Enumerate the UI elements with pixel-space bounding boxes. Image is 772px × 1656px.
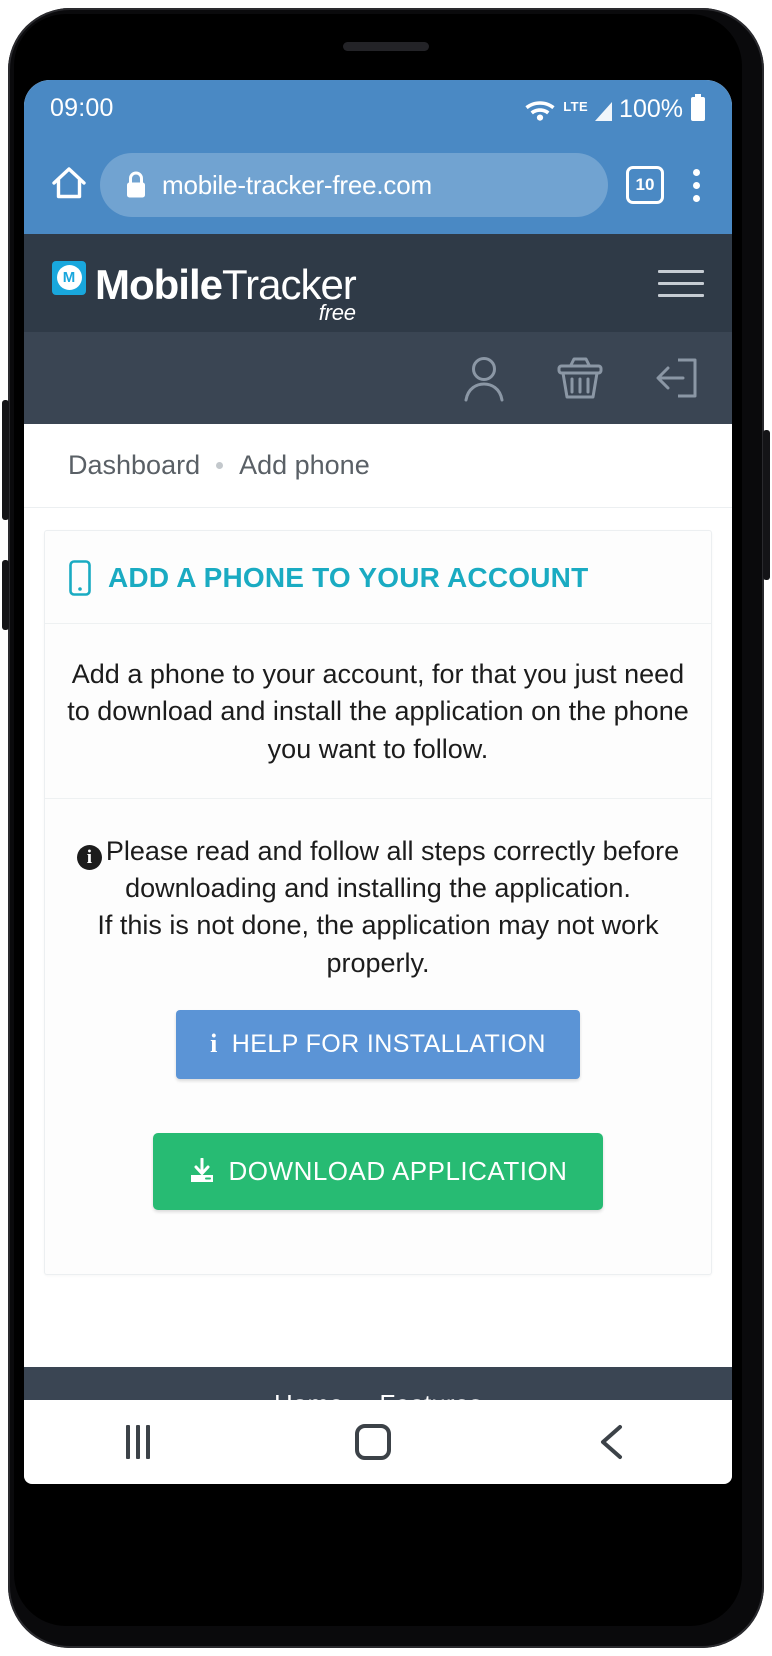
- download-button-wrap: DOWNLOAD APPLICATION: [63, 1079, 693, 1214]
- logout-icon[interactable]: [654, 355, 700, 401]
- breadcrumb-current: Add phone: [239, 450, 370, 480]
- breadcrumb-dashboard[interactable]: Dashboard: [68, 450, 200, 481]
- address-bar-url: mobile-tracker-free.com: [162, 169, 432, 200]
- site-logo[interactable]: M MobileTracker free: [52, 260, 357, 323]
- notice-line-1: Please read and follow all steps correct…: [105, 835, 680, 903]
- earpiece-speaker: [343, 42, 429, 51]
- tab-switcher-button[interactable]: 10: [626, 166, 664, 204]
- breadcrumb-separator-icon: [216, 462, 224, 469]
- status-indicators: LTE 100%: [524, 93, 706, 123]
- recent-bar: [136, 1425, 141, 1459]
- logo-text-bold: Mobile: [95, 260, 223, 308]
- logo-mark-letter: M: [62, 269, 76, 286]
- breadcrumb: Dashboard Add phone: [24, 424, 732, 508]
- notice-line-2: If this is not done, the application may…: [97, 910, 659, 978]
- card-header: ADD A PHONE TO YOUR ACCOUNT: [45, 531, 711, 624]
- download-button-label: DOWNLOAD APPLICATION: [228, 1155, 568, 1186]
- user-account-icon[interactable]: [462, 354, 506, 402]
- logo-wordmark: MobileTracker free: [95, 260, 357, 323]
- help-button-label: HELP FOR INSTALLATION: [231, 1029, 546, 1058]
- hamburger-line: [658, 281, 704, 285]
- recent-bar: [146, 1425, 151, 1459]
- battery-full-icon: [691, 93, 705, 121]
- card-description: Add a phone to your account, for that yo…: [45, 624, 711, 799]
- network-type-label: LTE: [563, 98, 589, 114]
- browser-toolbar: mobile-tracker-free.com 10: [24, 136, 732, 234]
- kebab-dot: [692, 168, 700, 176]
- lock-icon: [127, 171, 145, 198]
- help-for-installation-button[interactable]: i HELP FOR INSTALLATION: [176, 1009, 580, 1079]
- power-button[interactable]: [2, 560, 9, 630]
- side-button-right[interactable]: [763, 430, 770, 580]
- page-content: ADD A PHONE TO YOUR ACCOUNT Add a phone …: [24, 508, 732, 1275]
- kebab-dot: [692, 181, 700, 189]
- phone-device-frame: 09:00 LTE 100% mobile-tracker-free.com 1…: [0, 0, 772, 1656]
- download-icon: [190, 1158, 213, 1183]
- card-footer-spacer: [45, 1240, 711, 1274]
- logo-mark-icon: M: [52, 260, 86, 295]
- status-clock: 09:00: [50, 93, 114, 122]
- browser-home-button[interactable]: [48, 162, 90, 209]
- hamburger-line: [658, 293, 704, 297]
- android-navigation-bar: [24, 1400, 732, 1484]
- card-notice: i Please read and follow all steps correc…: [45, 799, 711, 1240]
- card-title: ADD A PHONE TO YOUR ACCOUNT: [108, 562, 589, 593]
- add-phone-card: ADD A PHONE TO YOUR ACCOUNT Add a phone …: [44, 530, 712, 1275]
- phone-screen: 09:00 LTE 100% mobile-tracker-free.com 1…: [24, 80, 732, 1480]
- android-status-bar: 09:00 LTE 100%: [24, 80, 732, 136]
- browser-menu-button[interactable]: [678, 168, 714, 202]
- download-application-button[interactable]: DOWNLOAD APPLICATION: [152, 1132, 604, 1210]
- mobile-phone-icon: [69, 560, 91, 596]
- recent-bar: [126, 1425, 131, 1459]
- help-button-wrap: i HELP FOR INSTALLATION: [63, 982, 693, 1079]
- back-chevron-icon[interactable]: [596, 1422, 630, 1462]
- volume-button[interactable]: [2, 400, 9, 520]
- shopping-basket-icon[interactable]: [556, 355, 604, 401]
- info-italic-icon: i: [210, 1029, 218, 1059]
- cellular-signal-icon: [595, 101, 613, 121]
- recent-apps-icon[interactable]: [126, 1425, 151, 1459]
- home-icon: [52, 166, 86, 198]
- site-header: M MobileTracker free: [24, 234, 732, 332]
- info-circle-icon: i: [76, 844, 102, 870]
- battery-percent-label: 100%: [619, 94, 683, 123]
- card-description-text: Add a phone to your account, for that yo…: [67, 659, 689, 764]
- card-notice-text-1: i Please read and follow all steps correc…: [63, 833, 693, 908]
- address-bar[interactable]: mobile-tracker-free.com: [100, 153, 608, 217]
- hamburger-line: [658, 269, 704, 273]
- account-toolbar: [24, 332, 732, 424]
- wifi-icon: [525, 100, 555, 121]
- home-square-icon[interactable]: [354, 1424, 391, 1460]
- logo-subtext: free: [318, 299, 356, 325]
- hamburger-menu-icon[interactable]: [658, 269, 704, 297]
- kebab-dot: [692, 194, 700, 202]
